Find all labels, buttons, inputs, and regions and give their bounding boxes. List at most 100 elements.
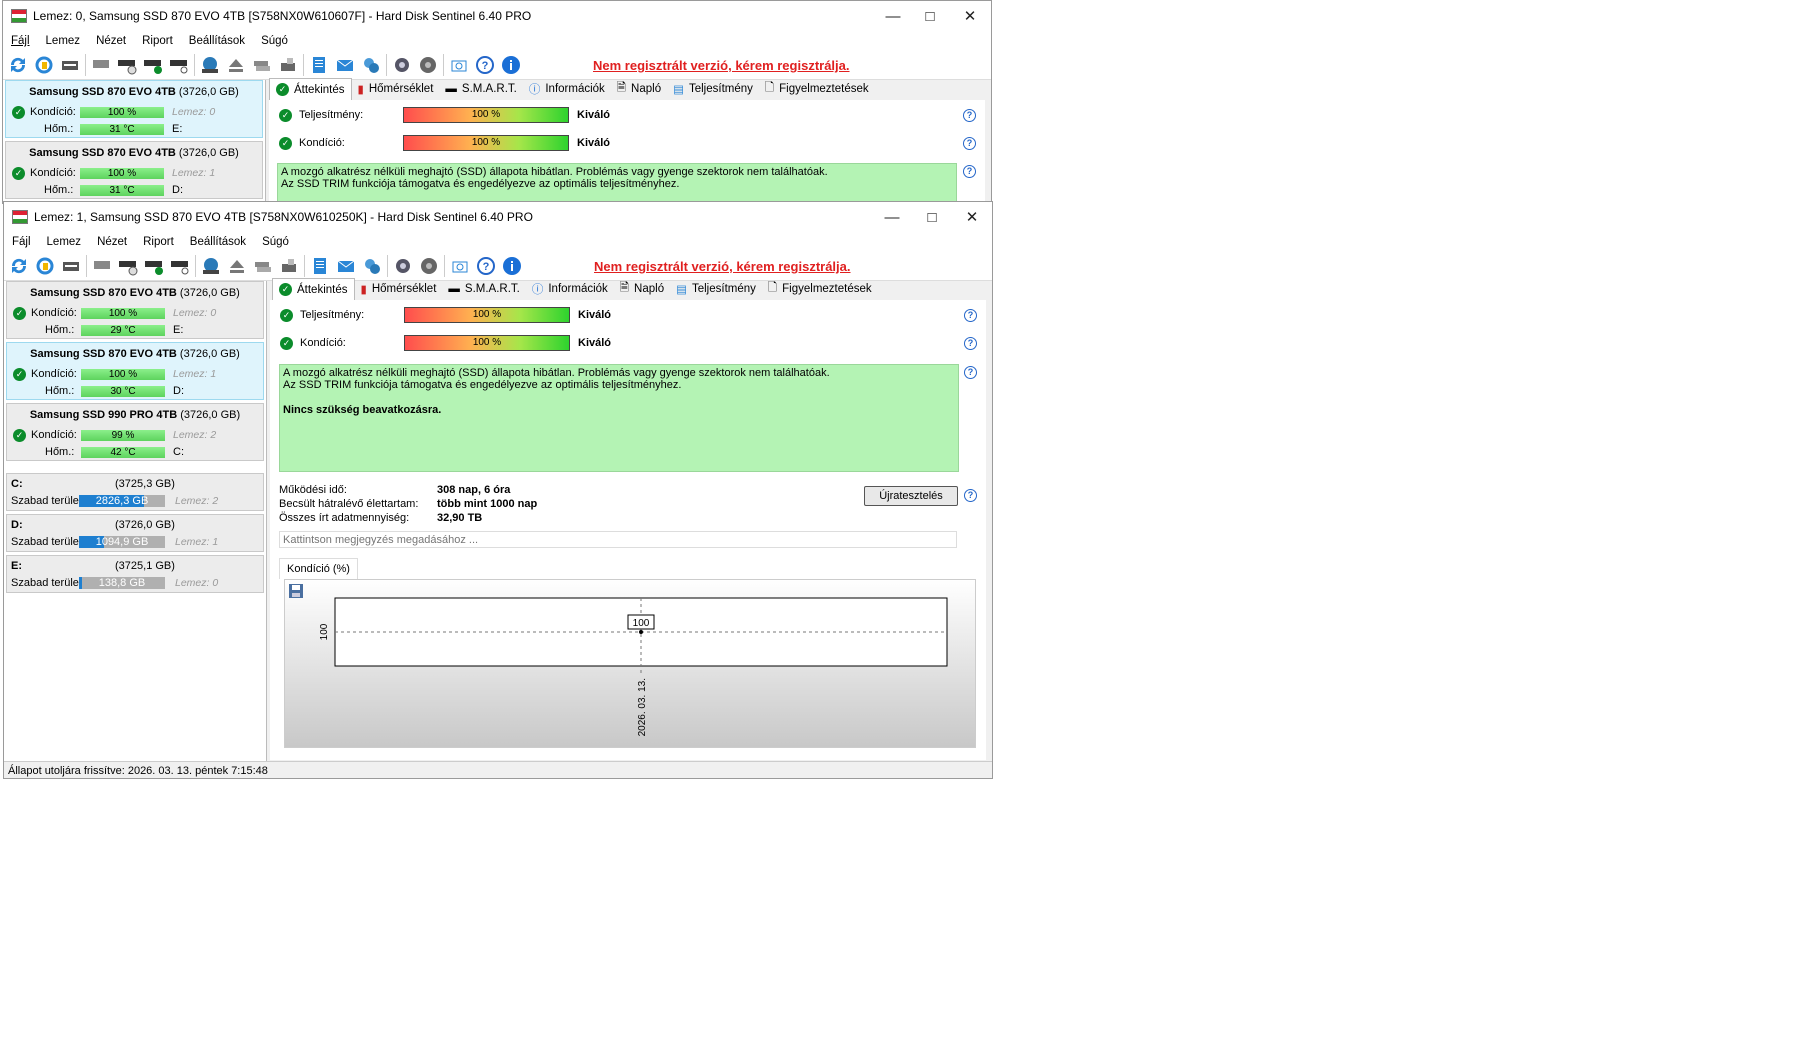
tab-label: Figyelmeztetések <box>779 83 869 95</box>
help-icon[interactable]: ? <box>964 366 977 379</box>
globe-icon[interactable] <box>200 255 222 277</box>
help-icon[interactable]: ? <box>475 255 497 277</box>
partition-item-c[interactable]: C: (3725,3 GB) Szabad terület 2826,3 GB … <box>6 473 264 511</box>
menu-report[interactable]: Riport <box>142 35 173 47</box>
menu-help[interactable]: Súgó <box>261 35 288 47</box>
info-icon[interactable] <box>501 255 523 277</box>
disk-settings-icon[interactable] <box>418 255 440 277</box>
close-icon[interactable]: ✕ <box>950 1 990 31</box>
disk-item-1[interactable]: Samsung SSD 870 EVO 4TB (3726,0 GB) ✓ Ko… <box>6 342 264 400</box>
drive-export-icon[interactable] <box>277 54 299 76</box>
disk-item-0[interactable]: Samsung SSD 870 EVO 4TB (3726,0 GB) ✓ Ko… <box>5 80 263 138</box>
eject-icon[interactable] <box>226 255 248 277</box>
partition-item-e[interactable]: E: (3725,1 GB) Szabad terület 138,8 GB L… <box>6 555 264 593</box>
report-icon[interactable] <box>308 54 330 76</box>
register-link[interactable]: Nem regisztrált verzió, kérem regisztrál… <box>593 58 850 73</box>
help-icon[interactable]: ? <box>964 337 977 350</box>
network-icon[interactable] <box>360 54 382 76</box>
camera-icon[interactable] <box>448 54 470 76</box>
gear-icon[interactable] <box>391 54 413 76</box>
comment-input[interactable] <box>279 531 957 548</box>
retest-button[interactable]: Újratesztelés <box>864 486 958 506</box>
hdd-gray-icon[interactable] <box>90 54 112 76</box>
gear-icon[interactable] <box>392 255 414 277</box>
close-icon[interactable]: ✕ <box>952 202 992 232</box>
mail-icon[interactable] <box>335 255 357 277</box>
hdd-search-icon[interactable] <box>168 54 190 76</box>
drives-icon[interactable] <box>252 255 274 277</box>
tab-alerts[interactable]: 🗋 Figyelmeztetések <box>762 278 878 300</box>
tab-temperature[interactable]: ▮ Hőmérséklet <box>355 278 443 300</box>
tab-smart[interactable]: ▬ S.M.A.R.T. <box>439 78 522 100</box>
free-space-fill <box>79 577 83 589</box>
help-icon[interactable]: ? <box>963 137 976 150</box>
menu-settings[interactable]: Beállítások <box>190 236 246 248</box>
tab-overview[interactable]: ✓ Áttekintés <box>272 277 355 301</box>
hdd-gray-icon[interactable] <box>91 255 113 277</box>
menu-help[interactable]: Súgó <box>262 236 289 248</box>
drives-icon[interactable] <box>251 54 273 76</box>
disk-settings-icon[interactable] <box>417 54 439 76</box>
hdd-search-icon[interactable] <box>169 255 191 277</box>
disk-item-0[interactable]: Samsung SSD 870 EVO 4TB (3726,0 GB) ✓ Ko… <box>6 281 264 339</box>
tab-smart[interactable]: ▬ S.M.A.R.T. <box>442 278 525 300</box>
hdd-clock-icon[interactable] <box>116 54 138 76</box>
drive-export-icon[interactable] <box>278 255 300 277</box>
disk-item-2[interactable]: Samsung SSD 990 PRO 4TB (3726,0 GB) ✓ Ko… <box>6 403 264 461</box>
refresh-icon[interactable] <box>8 255 30 277</box>
minimize-icon[interactable]: — <box>873 1 913 31</box>
menu-report[interactable]: Riport <box>143 236 174 248</box>
refresh-icon[interactable] <box>7 54 29 76</box>
maximize-icon[interactable]: □ <box>912 202 952 232</box>
check-icon: ✓ <box>279 109 292 122</box>
eject-icon[interactable] <box>225 54 247 76</box>
info-icon[interactable] <box>500 54 522 76</box>
tab-label: S.M.A.R.T. <box>464 283 520 295</box>
help-icon[interactable]: ? <box>964 489 977 502</box>
tab-alerts[interactable]: 🗋 Figyelmeztetések <box>759 78 875 100</box>
menu-view[interactable]: Nézet <box>96 35 126 47</box>
help-icon[interactable]: ? <box>474 54 496 76</box>
minimize-icon[interactable]: — <box>872 202 912 232</box>
hdd-check-icon[interactable] <box>143 255 165 277</box>
help-icon[interactable]: ? <box>963 165 976 178</box>
tab-information[interactable]: ⓘ Információk <box>523 78 611 100</box>
disk-icon[interactable] <box>60 255 82 277</box>
tab-temperature[interactable]: ▮ Hőmérséklet <box>352 78 440 100</box>
document-icon: 🗎 <box>619 281 630 294</box>
tab-performance[interactable]: ▤ Teljesítmény <box>670 278 762 300</box>
camera-icon[interactable] <box>449 255 471 277</box>
disk-icon[interactable] <box>59 54 81 76</box>
report-icon[interactable] <box>309 255 331 277</box>
disk-item-1[interactable]: Samsung SSD 870 EVO 4TB (3726,0 GB) ✓ Ko… <box>5 141 263 199</box>
refresh-warning-icon[interactable] <box>34 255 56 277</box>
refresh-warning-icon[interactable] <box>33 54 55 76</box>
register-link[interactable]: Nem regisztrált verzió, kérem regisztrál… <box>594 259 851 274</box>
tab-information[interactable]: ⓘ Információk <box>526 278 614 300</box>
chart-tab[interactable]: Kondíció (%) <box>279 558 358 579</box>
partition-item-d[interactable]: D: (3726,0 GB) Szabad terület 1094,9 GB … <box>6 514 264 552</box>
disk-size: (3726,0 GB) <box>178 147 239 159</box>
tab-overview[interactable]: ✓ Áttekintés <box>269 77 352 101</box>
check-icon: ✓ <box>276 83 289 96</box>
mail-icon[interactable] <box>334 54 356 76</box>
window-disk-1: Lemez: 1, Samsung SSD 870 EVO 4TB [S758N… <box>3 201 993 779</box>
help-icon[interactable]: ? <box>963 109 976 122</box>
globe-icon[interactable] <box>199 54 221 76</box>
menu-file[interactable]: Fájl <box>12 236 31 248</box>
tab-log[interactable]: 🗎 Napló <box>611 78 667 100</box>
drive-letter: D: <box>172 184 183 196</box>
menu-disk[interactable]: Lemez <box>46 35 81 47</box>
menu-disk[interactable]: Lemez <box>47 236 82 248</box>
maximize-icon[interactable]: □ <box>910 1 950 31</box>
hdd-clock-icon[interactable] <box>117 255 139 277</box>
temp-bar: 29 °C <box>81 325 165 336</box>
tab-performance[interactable]: ▤ Teljesítmény <box>667 78 759 100</box>
menu-view[interactable]: Nézet <box>97 236 127 248</box>
menu-file[interactable]: Fájl <box>11 35 30 47</box>
network-icon[interactable] <box>361 255 383 277</box>
hdd-check-icon[interactable] <box>142 54 164 76</box>
menu-settings[interactable]: Beállítások <box>189 35 245 47</box>
tab-log[interactable]: 🗎 Napló <box>614 278 670 300</box>
help-icon[interactable]: ? <box>964 309 977 322</box>
